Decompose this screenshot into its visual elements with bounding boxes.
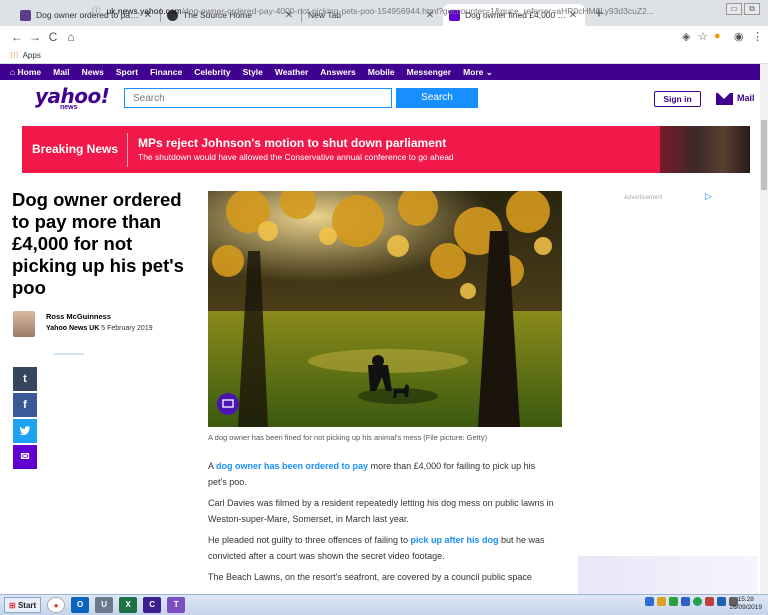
sign-in-button[interactable]: Sign in [654, 91, 701, 107]
search-input[interactable] [124, 88, 392, 108]
system-tray [645, 597, 738, 606]
nav-sport[interactable]: Sport [116, 67, 138, 77]
yahoo-top-nav: ⌂ Home Mail News Sport Finance Celebrity… [0, 64, 768, 80]
scrollbar-thumb[interactable] [761, 120, 767, 190]
twitter-share-icon[interactable] [13, 419, 37, 443]
paragraph-text: He pleaded not guilty to three offences … [208, 535, 408, 545]
url-path: /dog-owner-ordered-pay-4000-not-picking-… [181, 6, 654, 16]
forward-icon[interactable]: → [26, 30, 44, 44]
nav-mobile[interactable]: Mobile [368, 67, 395, 77]
tumblr-share-icon[interactable]: t [13, 367, 37, 391]
breaking-subtitle: The shutdown would have allowed the Cons… [138, 152, 454, 162]
article-headline: Dog owner ordered to pay more than £4,00… [12, 189, 184, 298]
minimize-icon[interactable]: ▭ [726, 3, 742, 15]
ad-box[interactable] [578, 556, 758, 596]
image-caption: A dog owner has been fined for not picki… [208, 433, 488, 442]
apps-grid-icon[interactable]: ⁝⁝⁝ [10, 50, 19, 61]
extension-icon[interactable]: ● [714, 30, 721, 42]
profile-icon[interactable]: ◉ [734, 30, 744, 43]
menu-icon[interactable]: ⋮ [752, 30, 763, 43]
breaking-headline[interactable]: MPs reject Johnson's motion to shut down… [138, 136, 446, 150]
home-icon[interactable]: ⌂ [62, 30, 80, 44]
share-divider [54, 353, 84, 355]
bookmarks-bar: ⁝⁝⁝ Apps [0, 48, 768, 64]
window-controls: ▭ ⧉ [726, 3, 760, 15]
yahoo-logo[interactable]: yahoo! [35, 86, 110, 106]
ad-label: Advertisement [624, 195, 663, 201]
browser-toolbar: ← → C ⌂ [0, 26, 768, 48]
article-link[interactable]: dog owner has been ordered to pay [216, 461, 368, 471]
breaking-news-thumbnail [660, 126, 750, 173]
extension-icon[interactable]: ◈ [682, 30, 690, 43]
screen: Dog owner ordered to pay over ... ✕ The … [0, 0, 768, 615]
paragraph-text: A [208, 461, 214, 471]
teams-taskbar-icon[interactable]: T [167, 597, 186, 613]
nav-answers[interactable]: Answers [320, 67, 355, 77]
yahoo-logo-sub: news [60, 104, 78, 111]
nav-home[interactable]: ⌂ Home [10, 67, 41, 77]
nav-celebrity[interactable]: Celebrity [194, 67, 230, 77]
tray-icon[interactable] [705, 597, 714, 606]
excel-taskbar-icon[interactable]: X [119, 597, 138, 613]
restore-icon[interactable]: ⧉ [744, 3, 760, 15]
bookmark-star-icon[interactable]: ☆ [698, 30, 708, 43]
start-label: Start [17, 601, 37, 610]
nav-more[interactable]: More ⌄ [463, 67, 493, 78]
nav-style[interactable]: Style [243, 67, 263, 77]
clock-time: 15:28 [737, 596, 754, 603]
taskbar-clock[interactable]: 15:28 26/09/2019 [729, 596, 762, 612]
tray-icon[interactable] [657, 597, 666, 606]
author-avatar [13, 311, 35, 337]
article-paragraph: Carl Davies was filmed by a resident rep… [208, 498, 554, 524]
yahoo-favicon-icon [20, 9, 31, 21]
breaking-divider [127, 133, 128, 167]
nav-news[interactable]: News [82, 67, 104, 77]
article-hero-image [208, 191, 562, 427]
ad-choices-icon[interactable]: ▷ [705, 191, 712, 202]
back-icon[interactable]: ← [8, 30, 26, 44]
tray-icon[interactable] [645, 597, 654, 606]
search-button[interactable]: Search [396, 88, 478, 108]
apps-bookmark[interactable]: Apps [23, 51, 41, 60]
mail-link[interactable]: Mail [737, 93, 755, 103]
nav-weather[interactable]: Weather [275, 67, 308, 77]
tray-icon[interactable] [693, 597, 702, 606]
reload-icon[interactable]: C [44, 30, 62, 44]
article-paragraph: A dog owner has been ordered to pay more… [208, 458, 556, 490]
breaking-news-label: Breaking News [32, 142, 119, 156]
address-bar[interactable]: ⓘ uk.news.yahoo.com /dog-owner-ordered-p… [92, 3, 672, 19]
start-button[interactable]: ⊞ Start [4, 597, 42, 613]
byline-date: 5 February 2019 [101, 325, 153, 332]
app-taskbar-icon[interactable]: U [95, 597, 114, 613]
facebook-share-icon[interactable]: f [13, 393, 37, 417]
tray-icon[interactable] [717, 597, 726, 606]
nav-finance[interactable]: Finance [150, 67, 182, 77]
article-paragraph: He pleaded not guilty to three offences … [208, 532, 556, 564]
tray-icon[interactable] [669, 597, 678, 606]
url-host: uk.news.yahoo.com [106, 6, 182, 16]
nav-messenger[interactable]: Messenger [407, 67, 451, 77]
email-share-icon[interactable]: ✉ [13, 445, 37, 469]
clock-date: 26/09/2019 [729, 604, 762, 611]
article-paragraph: The Beach Lawns, on the resort's seafron… [208, 572, 532, 582]
app-taskbar-icon[interactable]: C [143, 597, 162, 613]
mail-icon[interactable] [716, 93, 733, 105]
windows-flag-icon: ⊞ [9, 601, 16, 610]
nav-mail[interactable]: Mail [53, 67, 70, 77]
tray-icon[interactable] [681, 597, 690, 606]
chrome-taskbar-icon[interactable]: ● [47, 597, 66, 613]
byline-source: Yahoo News UK [46, 325, 100, 332]
article-link[interactable]: pick up after his dog [410, 535, 498, 545]
info-icon[interactable]: ⓘ [92, 5, 101, 17]
author-name[interactable]: Ross McGuinness [46, 312, 111, 321]
outlook-taskbar-icon[interactable]: O [71, 597, 90, 613]
windows-taskbar: ⊞ Start ● O U X C T 15:28 26/09/2019 [0, 594, 768, 615]
byline: Yahoo News UK 5 February 2019 [46, 325, 153, 332]
